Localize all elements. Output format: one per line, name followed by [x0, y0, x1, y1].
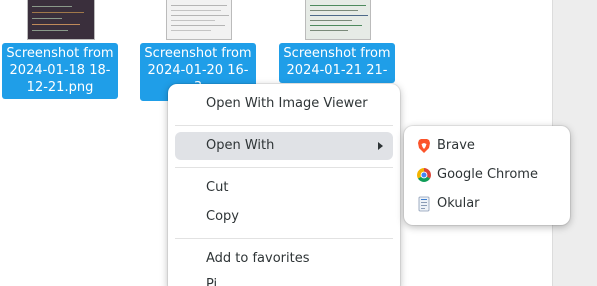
file-name-label: Screenshot from 2024-01-18 18- 12-21.png — [2, 43, 118, 99]
submenu-item-brave[interactable]: Brave — [410, 132, 564, 160]
menu-item-open-with[interactable]: Open With — [175, 132, 393, 160]
menu-item-copy[interactable]: Copy — [175, 203, 393, 231]
menu-item-open-with-image-viewer[interactable]: Open With Image Viewer — [175, 90, 393, 118]
open-with-submenu: Brave Google Chrome Okular — [404, 126, 570, 225]
context-menu: Open With Image Viewer Open With Cut Cop… — [168, 84, 400, 286]
file-thumbnail — [27, 0, 95, 40]
menu-item-label: Open With — [206, 138, 275, 153]
menu-item-add-to-favorites[interactable]: Add to favorites — [175, 245, 393, 273]
brave-icon — [418, 139, 430, 153]
submenu-item-label: Brave — [437, 138, 475, 153]
menu-separator — [175, 238, 393, 239]
okular-icon — [418, 196, 430, 212]
submenu-item-google-chrome[interactable]: Google Chrome — [410, 161, 564, 189]
file-name-label: Screenshot from 2024-01-21 21- — [279, 43, 395, 83]
menu-separator — [175, 125, 393, 126]
menu-item-cut[interactable]: Cut — [175, 174, 393, 202]
submenu-item-label: Okular — [437, 196, 480, 211]
menu-item-partial[interactable]: Pi — [175, 271, 393, 286]
submenu-item-okular[interactable]: Okular — [410, 190, 564, 218]
submenu-item-label: Google Chrome — [437, 167, 538, 182]
file-thumbnail — [305, 0, 371, 40]
menu-separator — [175, 167, 393, 168]
google-chrome-icon — [417, 168, 431, 182]
submenu-arrow-icon — [378, 142, 383, 150]
file-thumbnail — [166, 0, 232, 40]
